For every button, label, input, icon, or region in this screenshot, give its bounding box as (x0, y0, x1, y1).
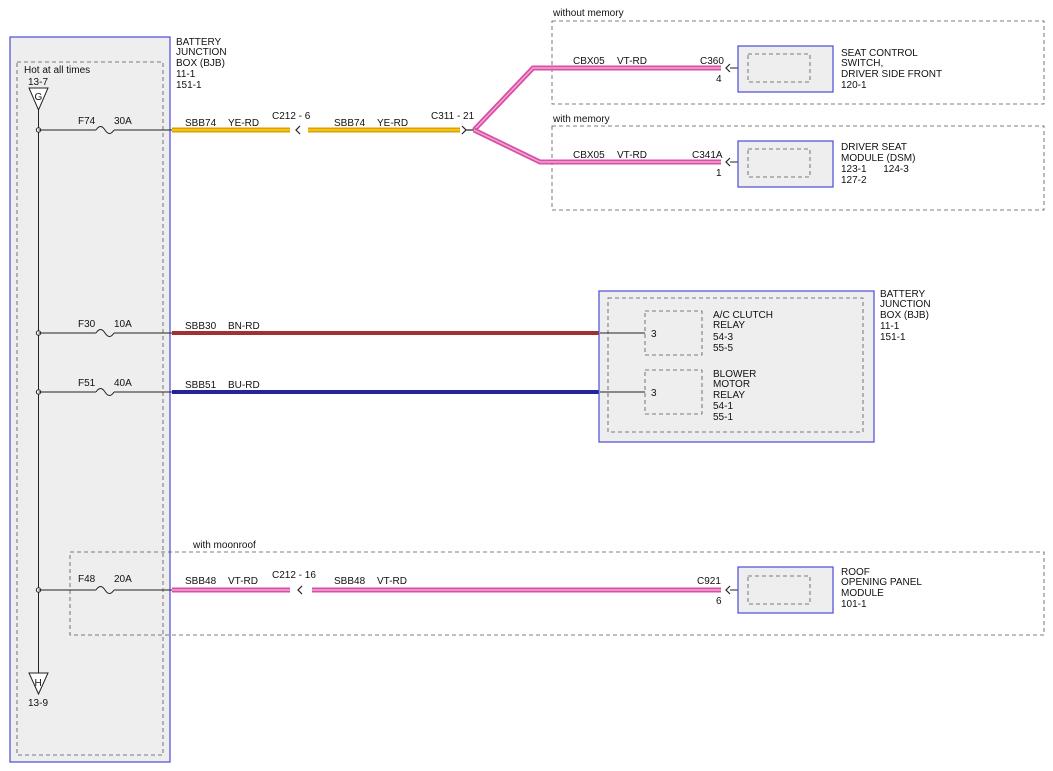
option-with-moonroof: with moonroof (192, 540, 256, 551)
dsm-box (737, 140, 834, 188)
cbx05-b-color: VT-RD (617, 150, 647, 161)
bjb-right-line-3: BOX (BJB) (880, 310, 929, 321)
c212-16-label: C212 - 16 (272, 570, 316, 581)
blower-relay-line-4: 54-1 (713, 401, 733, 412)
c341a-female-icon (725, 157, 731, 167)
sbb48-b-color: VT-RD (377, 576, 407, 587)
sbb48-b-name: SBB48 (334, 576, 366, 587)
c212-6-label: C212 - 6 (272, 111, 311, 122)
blower-relay-line-2: MOTOR (713, 379, 750, 390)
option-without-memory: without memory (552, 8, 624, 19)
cbx05-b-name: CBX05 (573, 150, 605, 161)
c921-female-icon (725, 585, 731, 595)
cbx05-a-color: VT-RD (617, 56, 647, 67)
fuse-f30-id: F30 (78, 319, 96, 330)
roof-module-box (737, 566, 834, 614)
option-with-memory: with memory (552, 114, 610, 125)
sbb74-a-color: YE-RD (228, 118, 259, 129)
seat-switch-line-2: SWITCH, (841, 58, 883, 69)
sbb51-color: BU-RD (228, 380, 260, 391)
c921-label: C921 (697, 576, 721, 587)
fuse-f74-id: F74 (78, 116, 96, 127)
fuse-f51-id: F51 (78, 378, 96, 389)
bjb-left-title-5: 151-1 (176, 80, 202, 91)
c360-pin: 4 (716, 74, 722, 85)
bjb-right-line-5: 151-1 (880, 332, 906, 343)
roof-line-2: OPENING PANEL (841, 577, 922, 588)
bjb-left-title-4: 11-1 (176, 69, 196, 80)
blower-relay-pin: 3 (651, 388, 657, 399)
sbb74-a-name: SBB74 (185, 118, 217, 129)
fuse-f51-rating: 40A (114, 378, 132, 389)
blower-relay-line-3: RELAY (713, 390, 745, 401)
fuse-f74-rating: 30A (114, 116, 132, 127)
c360-label: C360 (700, 56, 724, 67)
ac-relay-pin: 3 (651, 329, 657, 340)
c341a-pin: 1 (716, 168, 722, 179)
c921-pin: 6 (716, 596, 722, 607)
fuse-f48-rating: 20A (114, 574, 132, 585)
c212-16-female-icon (297, 585, 303, 595)
bottom-ref: 13-9 (28, 698, 48, 709)
option-box-with-moonroof (69, 551, 1045, 636)
seat-switch-line-4: 120-1 (841, 80, 867, 91)
seat-switch-line-3: DRIVER SIDE FRONT (841, 69, 942, 80)
dsm-line-1: DRIVER SEAT (841, 142, 907, 153)
sbb48-a-color: VT-RD (228, 576, 258, 587)
sbb51-name: SBB51 (185, 380, 217, 391)
bjb-left-title-3: BOX (BJB) (176, 58, 225, 69)
bjb-right-line-2: JUNCTION (880, 299, 931, 310)
dsm-line-4: 127-2 (841, 175, 867, 186)
connector-h-label: H (35, 678, 42, 689)
roof-line-4: 101-1 (841, 599, 867, 610)
ac-relay-line-3: 54-3 (713, 332, 733, 343)
blower-relay-line-5: 55-1 (713, 412, 733, 423)
ac-relay-line-2: RELAY (713, 320, 745, 331)
c311-21-label: C311 - 21 (431, 111, 475, 122)
cbx05-a-name: CBX05 (573, 56, 605, 67)
sbb74-b-color: YE-RD (377, 118, 408, 129)
sbb74-b-name: SBB74 (334, 118, 366, 129)
dsm-line-3: 123-1 124-3 (841, 164, 909, 175)
seat-switch-box (737, 45, 834, 93)
bjb-left-box (9, 36, 171, 763)
fuse-f48-id: F48 (78, 574, 96, 585)
fuse-f30-rating: 10A (114, 319, 132, 330)
connector-g-label: G (35, 92, 43, 103)
sbb48-a-name: SBB48 (185, 576, 217, 587)
sbb30-color: BN-RD (228, 321, 260, 332)
bjb-left-title-2: JUNCTION (176, 47, 227, 58)
ac-relay-line-4: 55-5 (713, 343, 733, 354)
top-ref: 13-7 (28, 77, 48, 88)
c341a-label: C341A (692, 150, 723, 161)
c360-female-icon (725, 63, 731, 73)
roof-line-3: MODULE (841, 588, 884, 599)
bjb-right-line-4: 11-1 (880, 321, 900, 332)
sbb30-name: SBB30 (185, 321, 217, 332)
hot-label: Hot at all times (24, 65, 90, 76)
wiring-diagram: BATTERY JUNCTION BOX (BJB) 11-1 151-1 Ho… (9, 8, 1045, 763)
dsm-line-2: MODULE (DSM) (841, 153, 915, 164)
c212-6-female-icon (295, 125, 301, 135)
c311-21-male-icon (461, 125, 467, 135)
